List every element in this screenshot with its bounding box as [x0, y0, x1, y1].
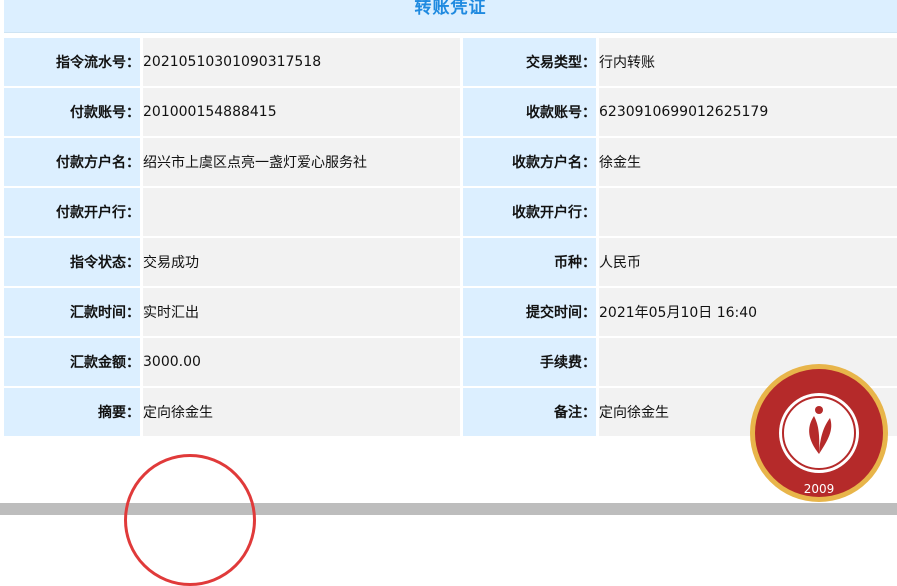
field-label: 收款账号：: [460, 88, 596, 136]
table-row: 指令流水号： 20210510301090317518 交易类型： 行内转账: [4, 38, 897, 86]
table-row: 指令状态： 交易成功 币种： 人民币: [4, 238, 897, 286]
field-label: 摘要：: [4, 388, 140, 436]
field-value: [596, 188, 897, 236]
organization-seal: 2009: [750, 364, 888, 502]
field-value: 20210510301090317518: [140, 38, 460, 86]
field-label: 指令状态：: [4, 238, 140, 286]
table-row: 付款账号： 201000154888415 收款账号： 623091069901…: [4, 88, 897, 136]
field-label: 指令流水号：: [4, 38, 140, 86]
field-value: 2021年05月10日 16:40: [596, 288, 897, 336]
field-value: 定向徐金生: [140, 388, 460, 436]
field-label: 汇款金额：: [4, 338, 140, 386]
table-row: 付款方户名： 绍兴市上虞区点亮一盏灯爱心服务社 收款方户名： 徐金生: [4, 138, 897, 186]
field-value: 徐金生: [596, 138, 897, 186]
field-label: 汇款时间：: [4, 288, 140, 336]
field-value: 3000.00: [140, 338, 460, 386]
field-value: [140, 188, 460, 236]
field-value: 6230910699012625179: [596, 88, 897, 136]
field-label: 收款开户行：: [460, 188, 596, 236]
field-label: 付款开户行：: [4, 188, 140, 236]
field-label: 交易类型：: [460, 38, 596, 86]
field-label: 付款方户名：: [4, 138, 140, 186]
field-label: 币种：: [460, 238, 596, 286]
table-row: 汇款时间： 实时汇出 提交时间： 2021年05月10日 16:40: [4, 288, 897, 336]
field-label: 手续费：: [460, 338, 596, 386]
field-value: 绍兴市上虞区点亮一盏灯爱心服务社: [140, 138, 460, 186]
field-value: 行内转账: [596, 38, 897, 86]
field-label: 收款方户名：: [460, 138, 596, 186]
field-value: 实时汇出: [140, 288, 460, 336]
title-bar: 转账凭证: [4, 0, 897, 33]
field-label: 备注：: [460, 388, 596, 436]
seal-year: 2009: [804, 482, 835, 496]
field-label: 提交时间：: [460, 288, 596, 336]
field-value: 人民币: [596, 238, 897, 286]
table-row: 付款开户行： 收款开户行：: [4, 188, 897, 236]
bank-stamp: [124, 454, 256, 586]
field-value: 201000154888415: [140, 88, 460, 136]
field-value: 交易成功: [140, 238, 460, 286]
page-title: 转账凭证: [414, 0, 487, 18]
field-label: 付款账号：: [4, 88, 140, 136]
